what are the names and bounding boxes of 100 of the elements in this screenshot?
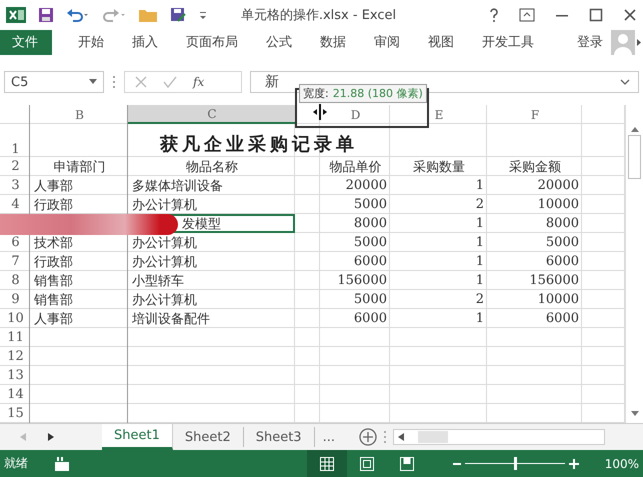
resize-cursor-icon — [313, 104, 327, 120]
table-cell-text: 采购金额 — [508, 158, 562, 176]
table-cell-text: 办公计算机 — [131, 234, 198, 252]
table-cell-text: 行政部 — [33, 196, 74, 214]
table-cell-text: 采购数量 — [412, 158, 466, 176]
column-header[interactable]: E — [390, 105, 487, 124]
table-cell-text: 5000 — [352, 291, 388, 310]
scroll-right-icon[interactable] — [48, 433, 54, 442]
ribbon-tab[interactable]: 公式 — [254, 30, 304, 55]
row-header[interactable]: 9 — [0, 290, 30, 310]
table-cell-text: 销售部 — [33, 292, 74, 310]
splitter-icon[interactable] — [382, 430, 387, 444]
table-cell-text: 5000 — [352, 196, 388, 214]
row-header[interactable]: 15 — [0, 404, 30, 424]
table-cell-text: 1 — [474, 310, 485, 328]
table-cell-text: 2 — [474, 291, 485, 310]
page-break-icon[interactable] — [398, 456, 415, 472]
table-cell-text: 5000 — [544, 234, 580, 252]
ribbon-tab[interactable]: 审阅 — [362, 30, 412, 55]
maximize-icon[interactable] — [589, 8, 603, 22]
ribbon-tab[interactable]: 开发工具 — [470, 30, 546, 55]
table-cell-text: 小型轿车 — [131, 272, 185, 290]
ribbon-tab[interactable]: 页面布局 — [174, 30, 250, 55]
table-cell-text: 156000 — [336, 272, 388, 290]
sheet-tab[interactable]: Sheet2 — [172, 427, 244, 448]
table-cell-text: 1 — [474, 215, 485, 234]
table-cell-text: 办公计算机 — [131, 292, 198, 310]
sign-in-link[interactable]: 登录 — [569, 30, 611, 55]
save-icon[interactable] — [38, 6, 54, 23]
table-cell-text: 物品名称 — [185, 158, 239, 176]
row-header[interactable]: 10 — [0, 309, 30, 328]
table-cell-text: 6000 — [352, 253, 388, 272]
table-cell-text: 1 — [474, 272, 485, 290]
slider-thumb[interactable] — [514, 457, 517, 470]
ribbon-tab[interactable]: 视图 — [416, 30, 466, 55]
row-header[interactable]: 14 — [0, 385, 30, 404]
table-cell-text: 销售部 — [33, 272, 74, 290]
table-cell-text: 1 — [474, 177, 485, 196]
table-cell-text: 办公计算机 — [131, 196, 198, 214]
row-header[interactable]: 1 — [0, 124, 30, 158]
more-sheets-button[interactable]: ... — [314, 424, 343, 450]
row-header[interactable]: 6 — [0, 233, 30, 252]
scroll-left-icon[interactable] — [398, 433, 404, 442]
table-cell-text: 申请部门 — [52, 158, 106, 176]
more-icon — [112, 75, 116, 90]
row-header[interactable]: 12 — [0, 347, 30, 366]
table-cell-text: 8000 — [544, 215, 580, 234]
table-cell-text: 1 — [474, 234, 485, 252]
table-cell-text: 6000 — [544, 310, 580, 328]
table-cell-text: 2 — [474, 196, 485, 214]
row-header[interactable]: 11 — [0, 328, 30, 348]
table-cell-text: 10000 — [536, 291, 580, 310]
row-header[interactable]: 13 — [0, 366, 30, 386]
sheet-tab[interactable]: Sheet1 — [102, 424, 173, 450]
normal-view-icon[interactable] — [318, 456, 335, 472]
scrollbar-thumb[interactable] — [418, 431, 448, 444]
scroll-down-icon[interactable] — [630, 411, 638, 418]
column-header[interactable]: C — [128, 105, 295, 124]
table-cell-text: 5000 — [352, 234, 388, 252]
scrollbar-thumb[interactable] — [628, 135, 641, 180]
row-header[interactable]: 4 — [0, 195, 30, 214]
sheet-title: 获凡企业采购记录单 — [159, 132, 359, 157]
expand-icon[interactable] — [620, 79, 630, 86]
save-as-icon[interactable] — [170, 6, 186, 23]
sheet-tab[interactable]: Sheet3 — [244, 427, 315, 448]
zoom-in-icon[interactable] — [568, 458, 579, 469]
column-header[interactable]: B — [30, 105, 128, 124]
table-cell-text: 20000 — [344, 177, 388, 196]
table-cell-text: 20000 — [536, 177, 580, 196]
table-cell-text: 物品单价 — [328, 158, 382, 176]
dropdown-icon[interactable] — [89, 79, 97, 86]
file-tab[interactable]: 文件 — [0, 30, 52, 55]
insert-function-button[interactable]: fx — [193, 75, 204, 90]
table-cell-text: 培训设备配件 — [131, 310, 211, 328]
ribbon-tab[interactable]: 数据 — [308, 30, 358, 55]
table-cell-text: 8000 — [352, 215, 388, 234]
row-header[interactable]: 7 — [0, 252, 30, 272]
close-icon[interactable] — [623, 8, 637, 22]
table-cell-text: 技术部 — [33, 234, 74, 252]
zoom-level[interactable]: 100% — [604, 456, 639, 471]
ribbon-display-icon[interactable] — [519, 8, 535, 22]
table-cell-text: 156000 — [528, 272, 580, 290]
new-sheet-icon[interactable] — [358, 428, 377, 446]
table-cell-text: 6000 — [352, 310, 388, 328]
status-text: 就绪 — [4, 455, 28, 472]
page-layout-icon[interactable] — [358, 456, 375, 472]
undo-icon[interactable] — [66, 6, 90, 23]
column-header[interactable]: F — [487, 105, 582, 124]
macro-icon[interactable] — [54, 456, 70, 472]
table-cell-text: 6000 — [544, 253, 580, 272]
ribbon-tab[interactable]: 开始 — [66, 30, 116, 55]
row-header[interactable]: 8 — [0, 271, 30, 290]
name-box[interactable]: C5 — [4, 71, 104, 94]
help-icon[interactable] — [489, 8, 499, 22]
window-title: 单元格的操作.xlsx - Excel — [240, 6, 398, 24]
table-cell-text: 办公计算机 — [131, 254, 198, 272]
row-header[interactable]: 3 — [0, 176, 30, 196]
row-header[interactable]: 2 — [0, 157, 30, 176]
ribbon-tab[interactable]: 插入 — [120, 30, 170, 55]
horizontal-scrollbar[interactable] — [392, 429, 605, 446]
